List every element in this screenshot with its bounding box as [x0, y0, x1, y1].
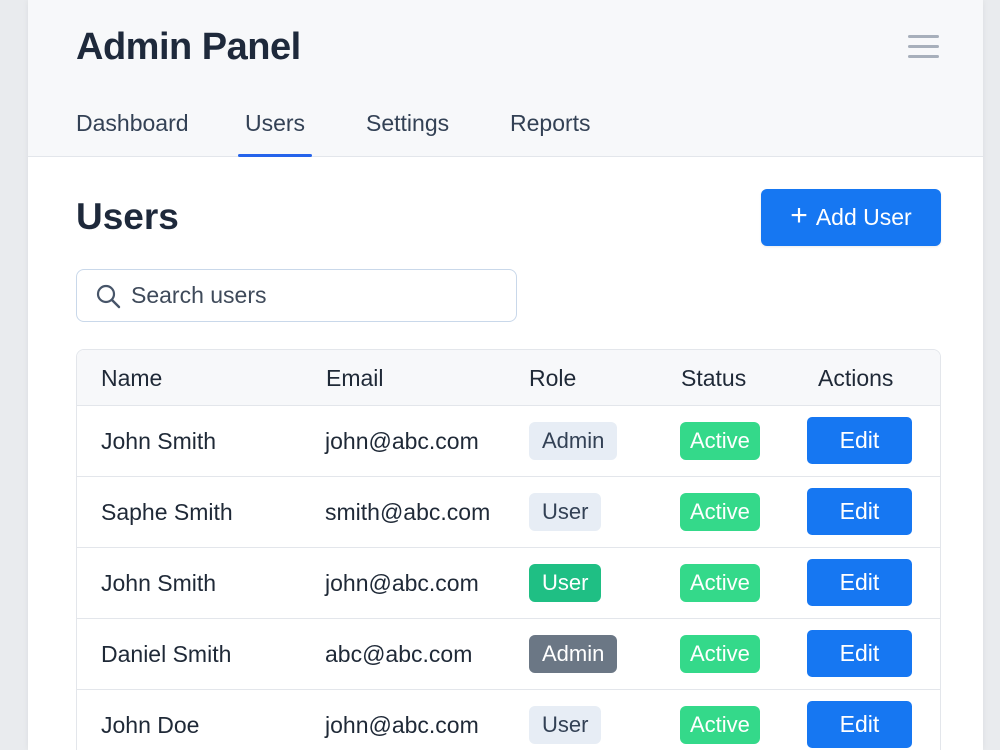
user-email: john@abc.com [325, 428, 479, 454]
users-table: Name Email Role Status Actions John Smit… [76, 349, 941, 750]
table-row: Saphe Smith smith@abc.com User Active Ed… [77, 477, 940, 548]
column-header-email: Email [326, 365, 384, 391]
edit-button[interactable]: Edit [807, 559, 912, 606]
search-icon [96, 284, 121, 308]
user-email: john@abc.com [325, 570, 479, 596]
edit-button[interactable]: Edit [807, 417, 912, 464]
table-row: John Smith john@abc.com User Active Edit [77, 548, 940, 619]
table-header: Name Email Role Status Actions [77, 350, 940, 406]
app-title: Admin Panel [76, 26, 301, 68]
edit-button[interactable]: Edit [807, 630, 912, 677]
status-badge: Active [680, 635, 760, 673]
user-name: John Smith [101, 570, 217, 596]
status-badge: Active [680, 422, 760, 460]
role-badge: User [529, 564, 602, 602]
edit-button[interactable]: Edit [807, 488, 912, 535]
user-email: john@abc.com [325, 712, 479, 738]
role-badge: User [529, 706, 602, 744]
page-title: Users [76, 196, 179, 237]
status-badge: Active [680, 706, 760, 744]
tab-reports[interactable]: Reports [510, 110, 591, 157]
column-header-role: Role [529, 365, 577, 391]
add-user-label: Add User [815, 204, 912, 230]
search-input[interactable] [131, 282, 511, 309]
column-header-name: Name [101, 365, 163, 391]
user-email: smith@abc.com [325, 499, 491, 525]
column-header-actions: Actions [818, 365, 894, 391]
role-badge: Admin [529, 422, 618, 460]
tab-users[interactable]: Users [237, 110, 313, 157]
top-header: Admin Panel Dashboard Users Settings Rep… [28, 0, 983, 157]
edit-button[interactable]: Edit [807, 701, 912, 748]
column-header-status: Status [681, 365, 747, 391]
role-badge: Admin [529, 635, 618, 673]
table-row: Daniel Smith abc@abc.com Admin Active Ed… [77, 619, 940, 690]
status-badge: Active [680, 493, 760, 531]
plus-icon: + [790, 199, 808, 232]
add-user-button[interactable]: + Add User [761, 189, 941, 246]
user-name: Daniel Smith [101, 641, 232, 667]
tab-dashboard[interactable]: Dashboard [76, 110, 189, 157]
user-name: John Doe [101, 712, 200, 738]
hamburger-menu-icon[interactable] [908, 33, 939, 59]
table-row: John Doe john@abc.com User Active Edit [77, 690, 940, 750]
user-email: abc@abc.com [325, 641, 473, 667]
status-badge: Active [680, 564, 760, 602]
table-row: John Smith john@abc.com Admin Active Edi… [77, 406, 940, 477]
search-box[interactable] [76, 269, 517, 322]
user-name: John Smith [101, 428, 217, 454]
role-badge: User [529, 493, 602, 531]
tab-settings[interactable]: Settings [366, 110, 449, 157]
user-name: Saphe Smith [101, 499, 233, 525]
admin-panel-window: Admin Panel Dashboard Users Settings Rep… [28, 0, 983, 750]
